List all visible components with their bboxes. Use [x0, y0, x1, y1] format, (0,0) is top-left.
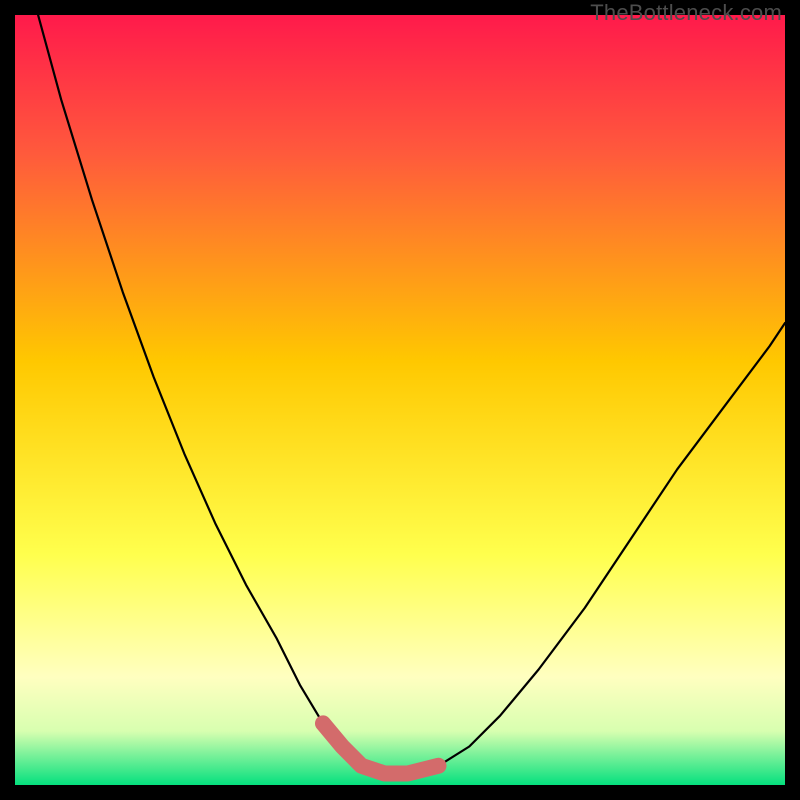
chart-frame: TheBottleneck.com — [0, 0, 800, 800]
gradient-background — [15, 15, 785, 785]
bottleneck-chart — [15, 15, 785, 785]
watermark-text: TheBottleneck.com — [590, 0, 782, 26]
